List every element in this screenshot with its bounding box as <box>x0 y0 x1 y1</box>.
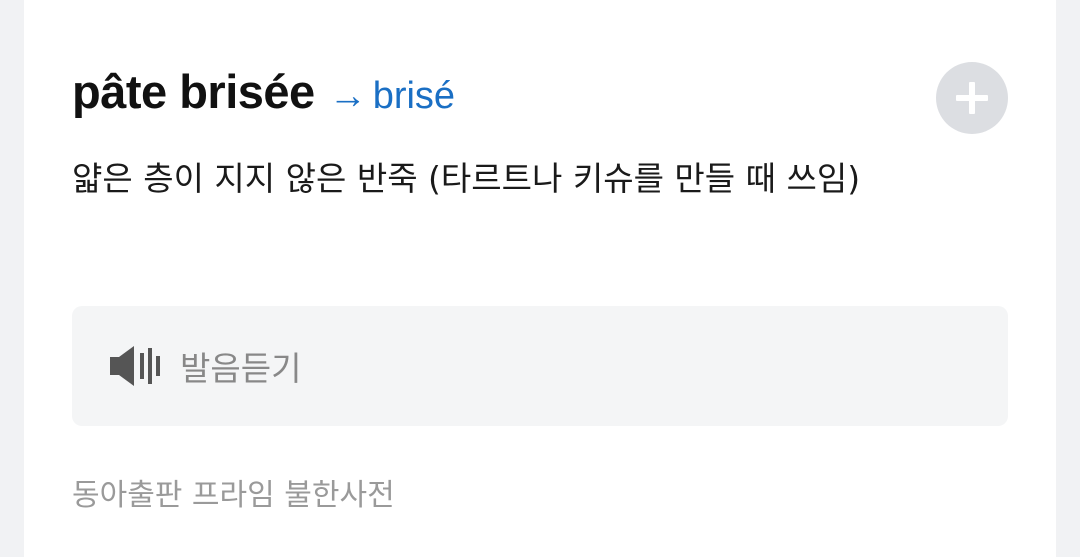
pronunciation-label: 발음듣기 <box>180 349 302 388</box>
arrow-right-icon: → <box>328 75 367 117</box>
cross-reference-link[interactable]: → brisé <box>329 75 455 118</box>
definition-text: 얇은 층이 지지 않은 반죽 (타르트나 키슈를 만들 때 쓰임) <box>72 159 861 198</box>
plus-icon <box>956 82 988 114</box>
dictionary-source: 동아출판 프라임 불한사전 <box>72 478 395 513</box>
headword: pâte brisée <box>72 65 315 118</box>
dictionary-entry-card: pâte brisée → brisé 얇은 층이 지지 않은 반죽 (타르트나 … <box>24 0 1056 557</box>
add-to-wordbook-button[interactable] <box>936 62 1008 134</box>
entry-header: pâte brisée → brisé <box>72 64 455 128</box>
speaker-icon <box>108 344 166 388</box>
pronunciation-button[interactable]: 발음듣기 <box>72 306 1008 426</box>
cross-reference-word: brisé <box>372 75 456 117</box>
